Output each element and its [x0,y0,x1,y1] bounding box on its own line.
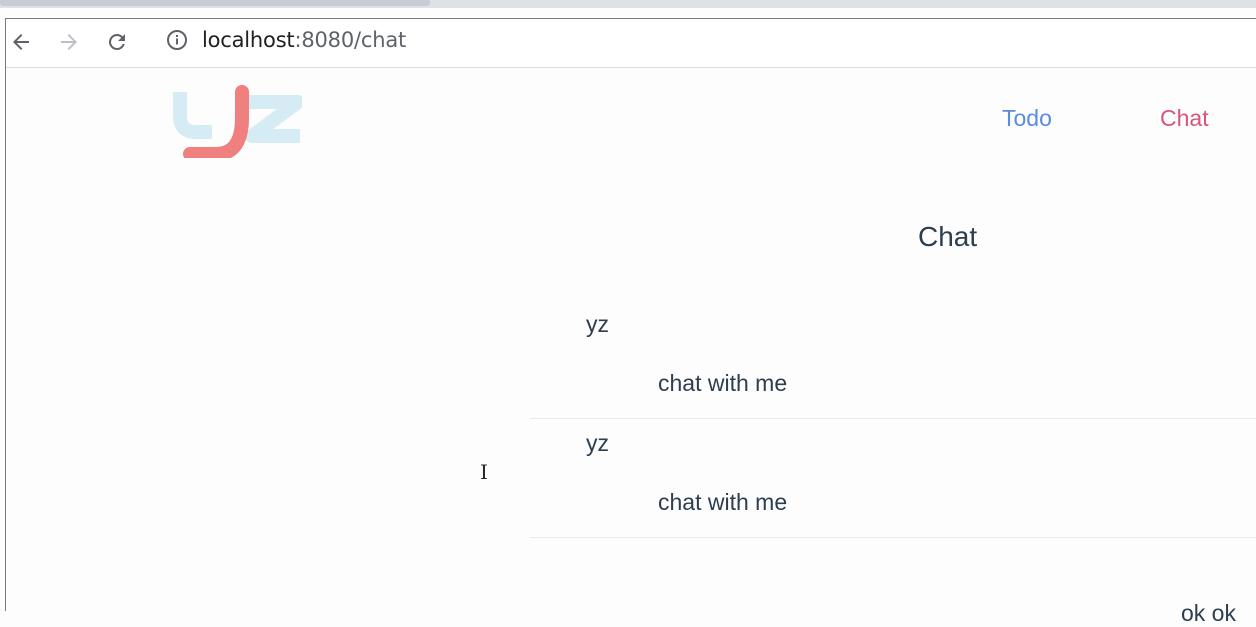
browser-tab-strip[interactable] [0,0,1256,8]
browser-window: localhost:8080/chat Todo Chat Chat yz ch… [5,18,1256,626]
nav-link-chat[interactable]: Chat [1160,105,1209,131]
message-text: chat with me [658,370,788,396]
page-content: Todo Chat Chat yz chat with me yz chat w… [6,68,1256,626]
arrow-right-icon [61,34,77,50]
forward-button[interactable] [54,27,84,57]
arrow-left-icon [13,34,29,50]
back-button[interactable] [6,27,36,57]
partial-message-text: ok ok [1181,600,1236,626]
message-item: yz chat with me [530,300,1256,419]
message-user: yz [586,311,609,337]
url-host: localhost [202,28,295,52]
browser-toolbar: localhost:8080/chat [6,19,1256,68]
browser-tab[interactable] [0,0,430,6]
text-cursor-icon: I [480,460,488,484]
page-title: Chat [918,221,978,252]
message-text: chat with me [658,489,788,515]
url-path: :8080/chat [294,28,407,52]
logo[interactable] [172,78,305,161]
site-info-icon[interactable] [166,29,188,51]
yz-logo-icon [173,85,305,161]
address-bar[interactable]: localhost:8080/chat [202,28,406,52]
nav-link-todo[interactable]: Todo [1002,105,1052,131]
message-user: yz [586,430,609,456]
reload-button[interactable] [102,27,132,57]
reload-icon [109,34,125,50]
message-item: yz chat with me [530,419,1256,538]
